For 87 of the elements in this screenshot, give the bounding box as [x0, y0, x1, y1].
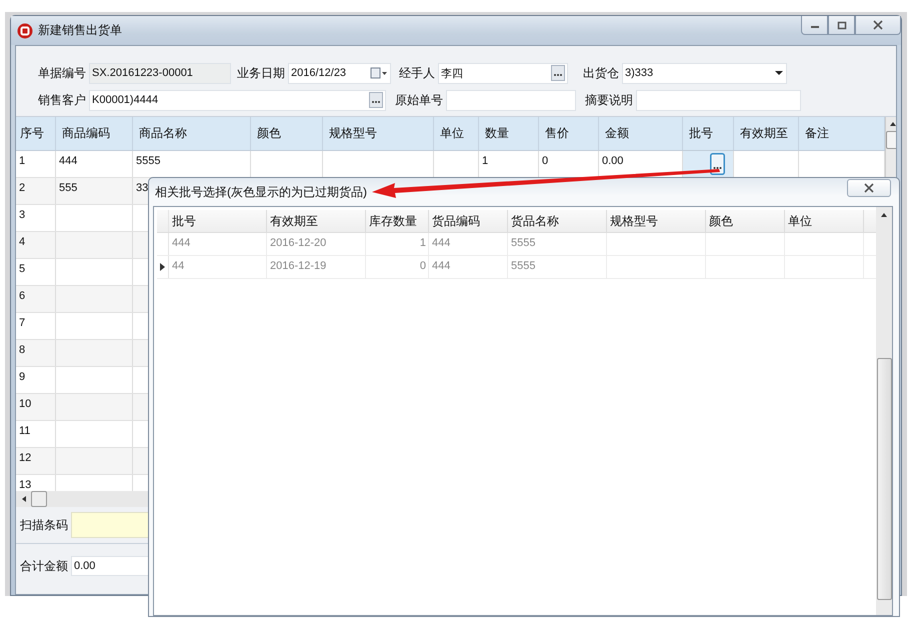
field-label: 扫描条码	[20, 516, 68, 534]
table-cell: 11	[16, 420, 56, 447]
scrollbar-thumb[interactable]	[31, 491, 47, 507]
field-value: 李四	[441, 66, 463, 80]
column-header: 有效期至	[734, 117, 799, 150]
column-header: 颜色	[251, 117, 323, 150]
row-indicator[interactable]	[157, 256, 169, 278]
column-header: 单位	[434, 117, 479, 150]
column-header: 售价	[539, 117, 599, 150]
field-label: 摘要说明	[584, 92, 633, 108]
column-header: 商品编码	[56, 117, 133, 150]
column-header: 金额	[599, 117, 683, 150]
table-cell: 5	[16, 258, 56, 285]
table-cell: 1	[366, 233, 429, 255]
input-field[interactable]	[636, 90, 801, 110]
field-value: SX.20161223-00001	[92, 67, 193, 79]
table-cell: 2016-12-19	[267, 256, 366, 278]
input-field[interactable]	[446, 90, 576, 110]
table-cell: 2	[16, 178, 56, 204]
minimize-button[interactable]	[801, 16, 828, 35]
table-cell: 2016-12-20	[267, 233, 366, 255]
input-field[interactable]: 2016/12/23	[288, 62, 391, 84]
table-cell: 7	[16, 312, 56, 339]
field-label: 业务日期	[237, 64, 285, 82]
field-label: 销售客户	[37, 92, 86, 108]
calendar-icon[interactable]	[370, 67, 388, 79]
column-header: 序号	[16, 117, 56, 150]
maximize-icon	[836, 20, 846, 30]
table-cell: 444	[429, 233, 508, 255]
field-label: 原始单号	[394, 92, 443, 108]
field-value: 0.00	[74, 560, 96, 572]
column-header: 规格型号	[607, 210, 706, 232]
window-title: 新建销售出货单	[38, 22, 122, 39]
table-cell: 5555	[508, 256, 607, 278]
column-header: 有效期至	[267, 210, 366, 232]
table-cell: 9	[16, 366, 56, 393]
column-header: 库存数量	[366, 210, 429, 232]
vertical-scrollbar[interactable]	[876, 207, 892, 615]
table-cell: 4	[16, 232, 56, 258]
scroll-left-icon[interactable]	[20, 495, 28, 503]
input-field[interactable]: 3)333	[622, 62, 787, 84]
table-cell: 8	[16, 340, 56, 366]
input-field[interactable]: 李四	[438, 62, 568, 84]
table-cell: 0	[366, 256, 429, 278]
table-cell: 555	[56, 178, 133, 204]
app-logo-icon	[17, 22, 33, 38]
maximize-button[interactable]	[828, 16, 855, 35]
table-cell: 5555	[508, 233, 607, 255]
table-cell: 3	[16, 204, 56, 231]
column-header: 货品名称	[508, 210, 607, 232]
close-icon	[872, 20, 884, 30]
close-icon	[863, 183, 875, 193]
table-cell: 444	[169, 233, 267, 255]
column-header: 颜色	[706, 210, 785, 232]
more-icon[interactable]	[710, 152, 725, 175]
column-header: 批号	[169, 210, 267, 232]
dropdown-arrow-icon[interactable]	[774, 70, 784, 76]
field-label: 合计金额	[20, 558, 68, 574]
table-cell: 6	[16, 286, 56, 312]
table-cell: 444	[56, 150, 133, 177]
column-header: 批号	[683, 117, 734, 150]
scroll-up-icon[interactable]	[880, 212, 888, 218]
table-cell: 10	[16, 394, 56, 420]
scroll-up-icon[interactable]	[889, 121, 896, 127]
table-cell: 12	[16, 448, 56, 474]
table-cell: 44	[169, 256, 267, 278]
table-cell: 1	[16, 150, 56, 177]
close-button[interactable]	[847, 179, 891, 197]
input-field[interactable]: K00001)4444	[89, 90, 386, 110]
field-value: 3)333	[625, 67, 654, 79]
more-icon[interactable]	[551, 65, 565, 81]
column-header: 数量	[479, 117, 539, 150]
scrollbar-thumb[interactable]	[886, 131, 896, 149]
column-header: 商品名称	[133, 117, 251, 150]
field-label: 单据编号	[37, 64, 86, 82]
field-label: 出货仓	[582, 64, 619, 82]
table-cell: 444	[429, 256, 508, 278]
close-button[interactable]	[855, 16, 901, 35]
column-header: 单位	[785, 210, 864, 232]
field-value: K00001)4444	[92, 94, 158, 106]
field-value: 2016/12/23	[291, 67, 346, 79]
scrollbar-thumb[interactable]	[876, 358, 892, 600]
more-icon[interactable]	[369, 92, 383, 108]
input-field[interactable]: SX.20161223-00001	[89, 62, 231, 84]
field-label: 经手人	[398, 64, 435, 82]
column-header: 货品编码	[429, 210, 508, 232]
column-header: 规格型号	[323, 117, 434, 150]
